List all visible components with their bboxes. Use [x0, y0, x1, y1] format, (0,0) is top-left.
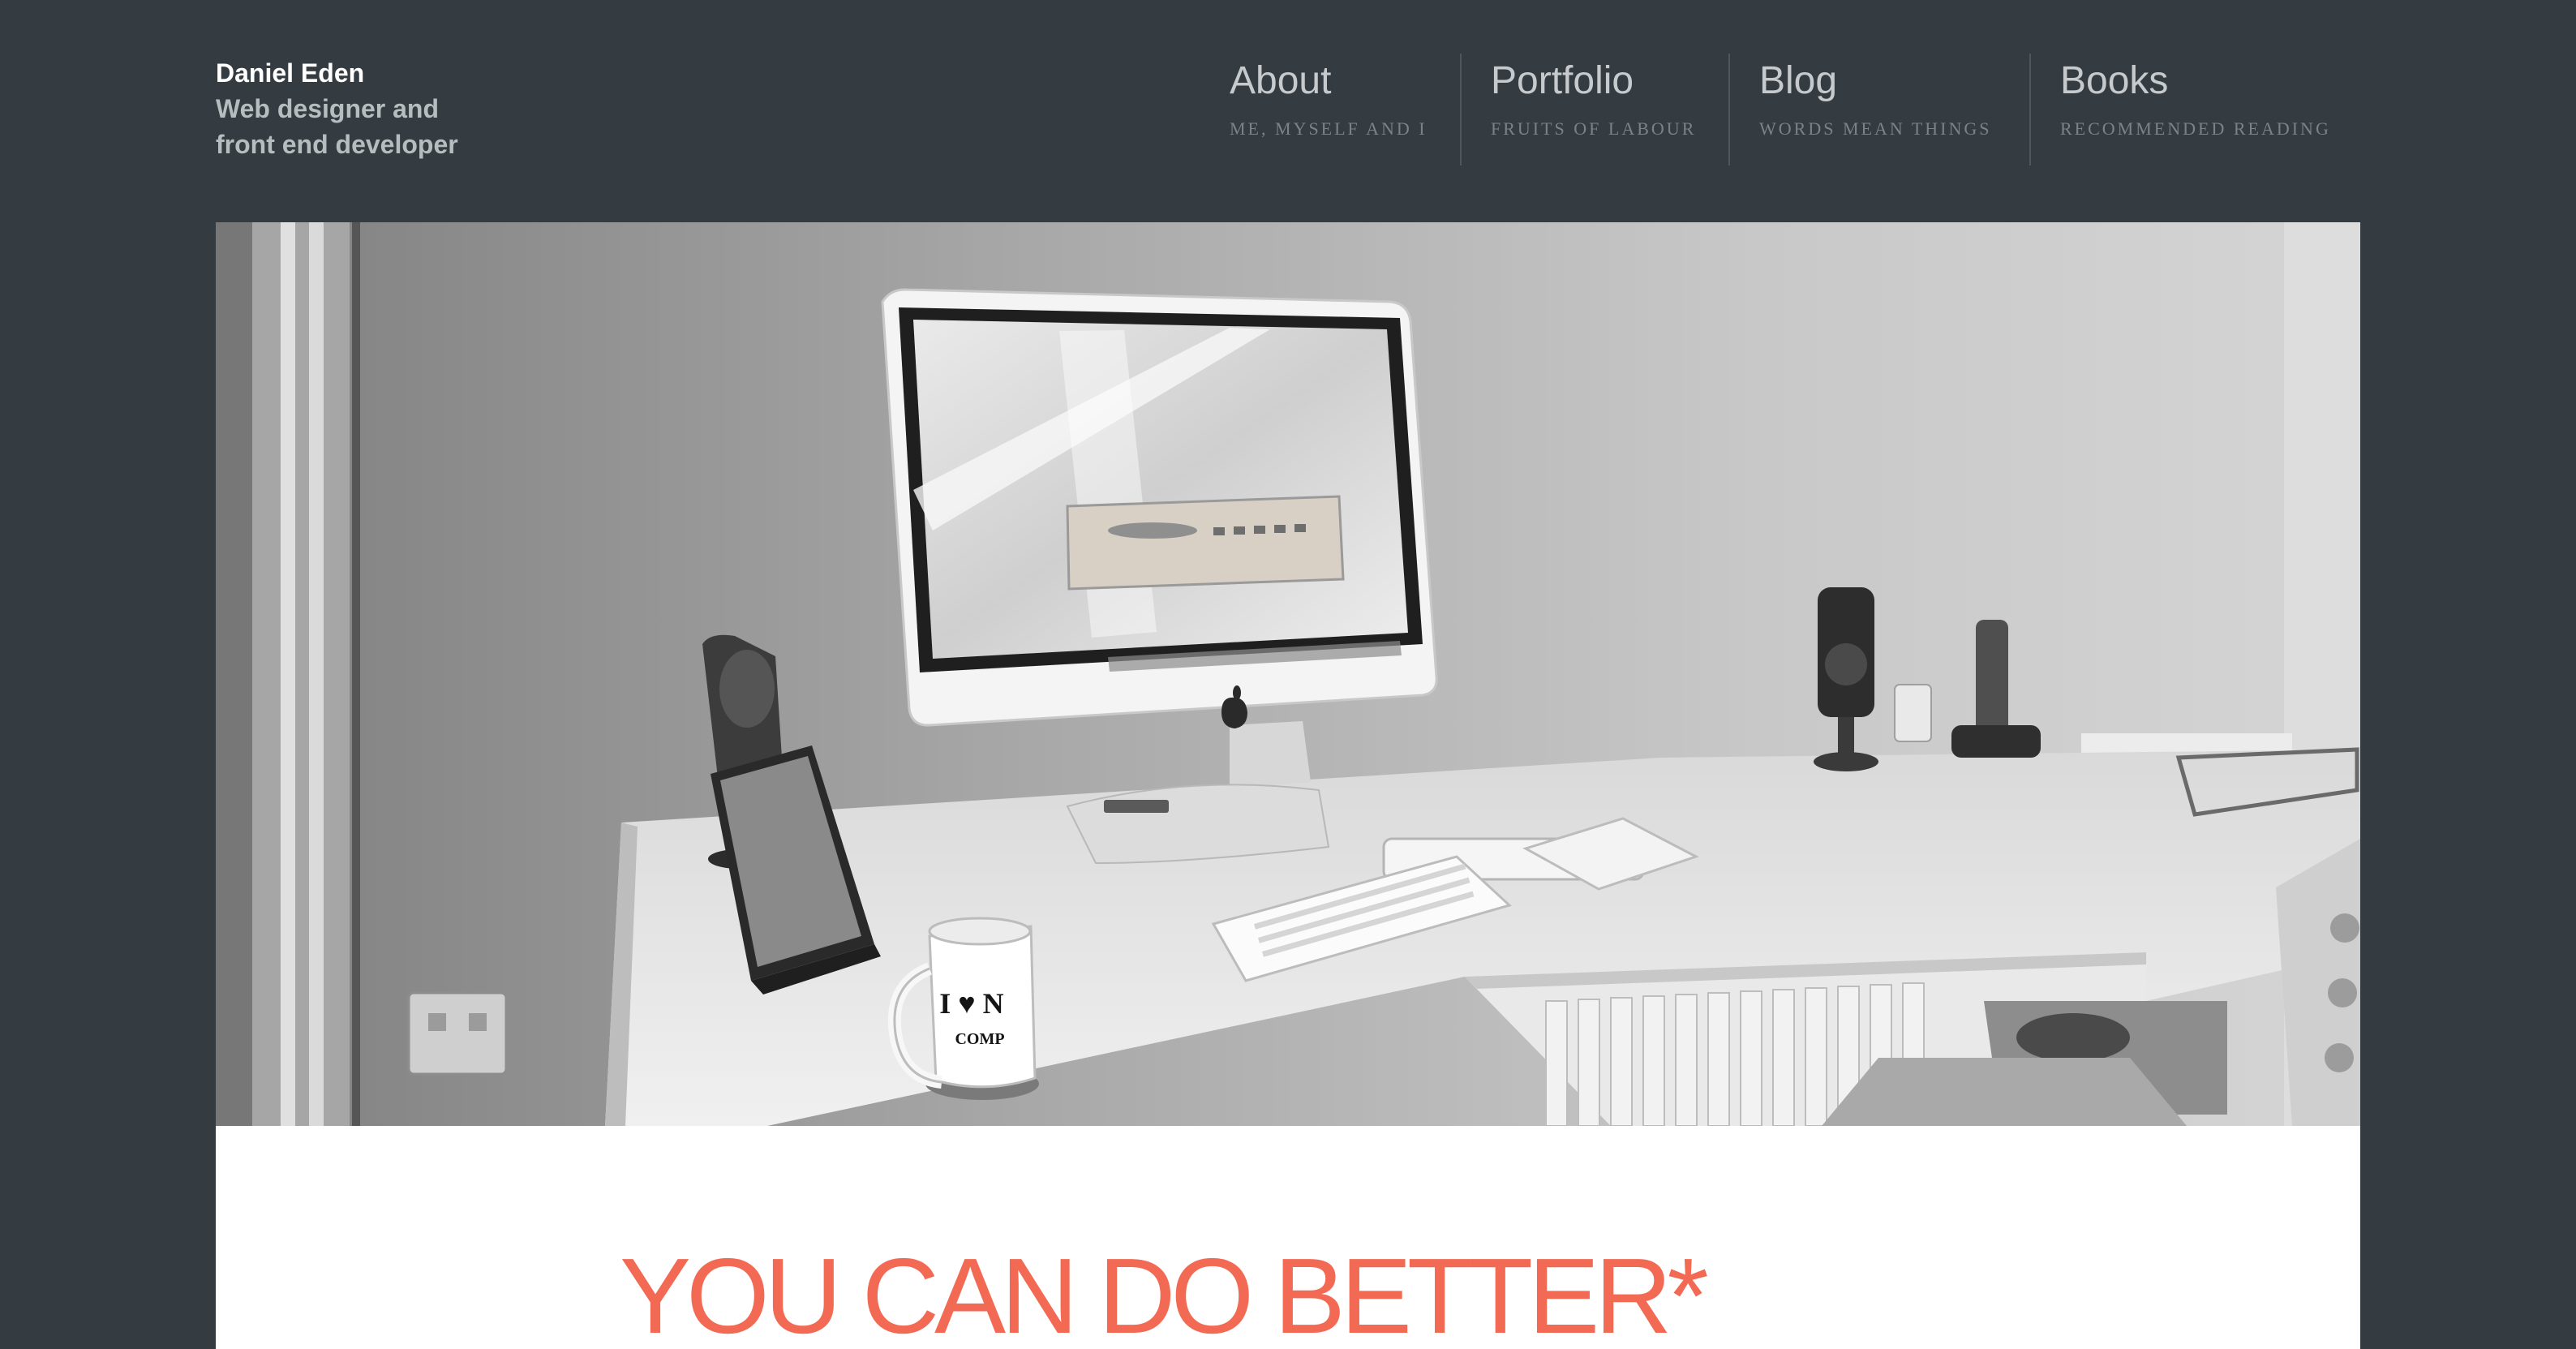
nav-about-subtitle: ME, MYSELF AND I	[1230, 118, 1428, 139]
site-title: Daniel Eden	[216, 58, 365, 88]
primary-navigation: About ME, MYSELF AND I Portfolio FRUITS …	[1217, 54, 2354, 165]
nav-portfolio-title: Portfolio	[1491, 59, 1634, 102]
headline: YOU CAN DO BETTER*	[620, 1236, 1709, 1349]
nav-item-portfolio[interactable]: Portfolio FRUITS OF LABOUR	[1460, 54, 1728, 165]
hero-desk-photo: I ♥ N COMP	[216, 222, 2360, 1126]
nav-portfolio-subtitle: FRUITS OF LABOUR	[1491, 118, 1697, 139]
nav-blog-title: Blog	[1759, 59, 1838, 102]
nav-about-title: About	[1230, 59, 1332, 102]
mug-text-line-2: COMP	[955, 1030, 1004, 1048]
site-tagline-line-2: front end developer	[216, 130, 458, 159]
site-tagline-line-1: Web designer and	[216, 94, 440, 123]
nav-books-title: Books	[2060, 59, 2169, 102]
main-content: YOU CAN DO BETTER*	[216, 1126, 2360, 1349]
nav-blog-subtitle: WORDS MEAN THINGS	[1759, 118, 1992, 139]
desk-photo-illustration: I ♥ N COMP	[216, 222, 2360, 1126]
site-brand[interactable]: Daniel Eden Web designer and front end d…	[216, 55, 556, 162]
nav-item-books[interactable]: Books RECOMMENDED READING	[2029, 54, 2354, 165]
nav-item-about[interactable]: About ME, MYSELF AND I	[1217, 54, 1460, 165]
nav-item-blog[interactable]: Blog WORDS MEAN THINGS	[1728, 54, 2029, 165]
site-header: Daniel Eden Web designer and front end d…	[0, 0, 2576, 223]
nav-books-subtitle: RECOMMENDED READING	[2060, 118, 2331, 139]
mug-text-line-1: I ♥ N	[939, 987, 1003, 1020]
